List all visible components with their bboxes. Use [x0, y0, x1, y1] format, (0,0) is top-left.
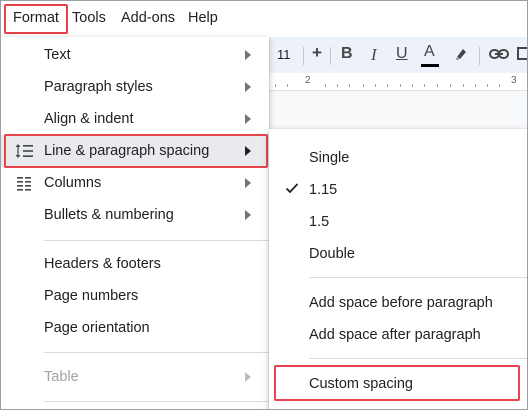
- ruler: 2 3: [267, 73, 527, 91]
- highlight-color-icon[interactable]: [453, 46, 469, 65]
- menu-tools[interactable]: Tools: [72, 10, 106, 26]
- italic-button[interactable]: I: [371, 45, 377, 65]
- spacing-option-double[interactable]: Double: [269, 238, 527, 270]
- spacing-option-1-15[interactable]: 1.15: [269, 174, 527, 206]
- menu-bar: Format Tools Add-ons Help: [1, 1, 527, 37]
- text-color-button[interactable]: A: [424, 43, 435, 61]
- submenu-arrow-icon: [245, 372, 251, 382]
- checkmark-icon: [285, 181, 299, 195]
- format-menu-highlight: [4, 4, 68, 34]
- menu-item-label: Page orientation: [44, 320, 150, 336]
- toolbar-divider: [479, 47, 480, 65]
- submenu-arrow-icon: [245, 82, 251, 92]
- spacing-option-single[interactable]: Single: [269, 142, 527, 174]
- submenu-arrow-icon: [245, 178, 251, 188]
- columns-icon: [15, 175, 33, 191]
- increase-font-size-button[interactable]: +: [312, 43, 322, 63]
- insert-link-icon[interactable]: [489, 47, 509, 64]
- menu-item-label: Paragraph styles: [44, 79, 153, 95]
- custom-spacing-highlight: [274, 365, 520, 401]
- ruler-number: 3: [511, 75, 517, 86]
- menu-item-page-orientation[interactable]: Page orientation: [1, 312, 269, 344]
- submenu-arrow-icon: [245, 114, 251, 124]
- spacing-item-highlight: [4, 134, 268, 168]
- menu-add-ons[interactable]: Add-ons: [121, 10, 175, 26]
- menu-item-label: Align & indent: [44, 111, 134, 127]
- menu-item-page-numbers[interactable]: Page numbers: [1, 280, 269, 312]
- menu-item-text[interactable]: Text: [1, 39, 269, 71]
- menu-item-columns[interactable]: Columns: [1, 167, 269, 199]
- submenu-arrow-icon: [245, 50, 251, 60]
- toolbar-divider: [330, 47, 331, 65]
- comment-icon[interactable]: [517, 47, 527, 66]
- format-menu: Text Paragraph styles Align & indent Lin…: [1, 37, 269, 409]
- ruler-number: 2: [305, 75, 311, 86]
- menu-item-label: Columns: [44, 175, 102, 191]
- font-size-field[interactable]: 11: [277, 47, 291, 62]
- menu-item-bullets-numbering[interactable]: Bullets & numbering: [1, 199, 269, 231]
- add-space-after-paragraph[interactable]: Add space after paragraph: [269, 319, 527, 351]
- menu-item-align-indent[interactable]: Align & indent: [1, 103, 269, 135]
- menu-item-label: Headers & footers: [44, 256, 161, 272]
- spacing-option-1-5[interactable]: 1.5: [269, 206, 527, 238]
- menu-item-label: Page numbers: [44, 288, 139, 304]
- menu-item-label: Text: [44, 47, 71, 63]
- formatting-toolbar: 11 + B I U A: [267, 37, 527, 73]
- menu-divider: [44, 352, 269, 353]
- bold-button[interactable]: B: [341, 45, 353, 63]
- spacing-submenu: Single 1.15 1.5 Double Add space before …: [269, 129, 527, 409]
- menu-item-table: Table: [1, 361, 269, 393]
- menu-item-headers-footers[interactable]: Headers & footers: [1, 248, 269, 280]
- menu-item-label: Table: [44, 369, 79, 385]
- menu-divider: [44, 401, 269, 402]
- app-frame: Format Tools Add-ons Help 11 + B I U A 2: [0, 0, 528, 410]
- toolbar-divider: [303, 47, 304, 65]
- menu-item-paragraph-styles[interactable]: Paragraph styles: [1, 71, 269, 103]
- submenu-item-label: Double: [309, 246, 355, 262]
- menu-help[interactable]: Help: [188, 10, 218, 26]
- menu-divider: [44, 240, 269, 241]
- underline-button[interactable]: U: [396, 45, 408, 63]
- submenu-item-label: 1.5: [309, 214, 330, 230]
- submenu-item-label: Add space after paragraph: [309, 327, 481, 343]
- submenu-divider: [309, 277, 527, 278]
- submenu-divider: [309, 358, 527, 359]
- submenu-item-label: Add space before paragraph: [309, 295, 493, 311]
- submenu-item-label: 1.15: [309, 182, 338, 198]
- add-space-before-paragraph[interactable]: Add space before paragraph: [269, 287, 527, 319]
- text-color-bar: [421, 64, 439, 67]
- submenu-item-label: Single: [309, 150, 350, 166]
- menu-item-label: Bullets & numbering: [44, 207, 174, 223]
- submenu-arrow-icon: [245, 210, 251, 220]
